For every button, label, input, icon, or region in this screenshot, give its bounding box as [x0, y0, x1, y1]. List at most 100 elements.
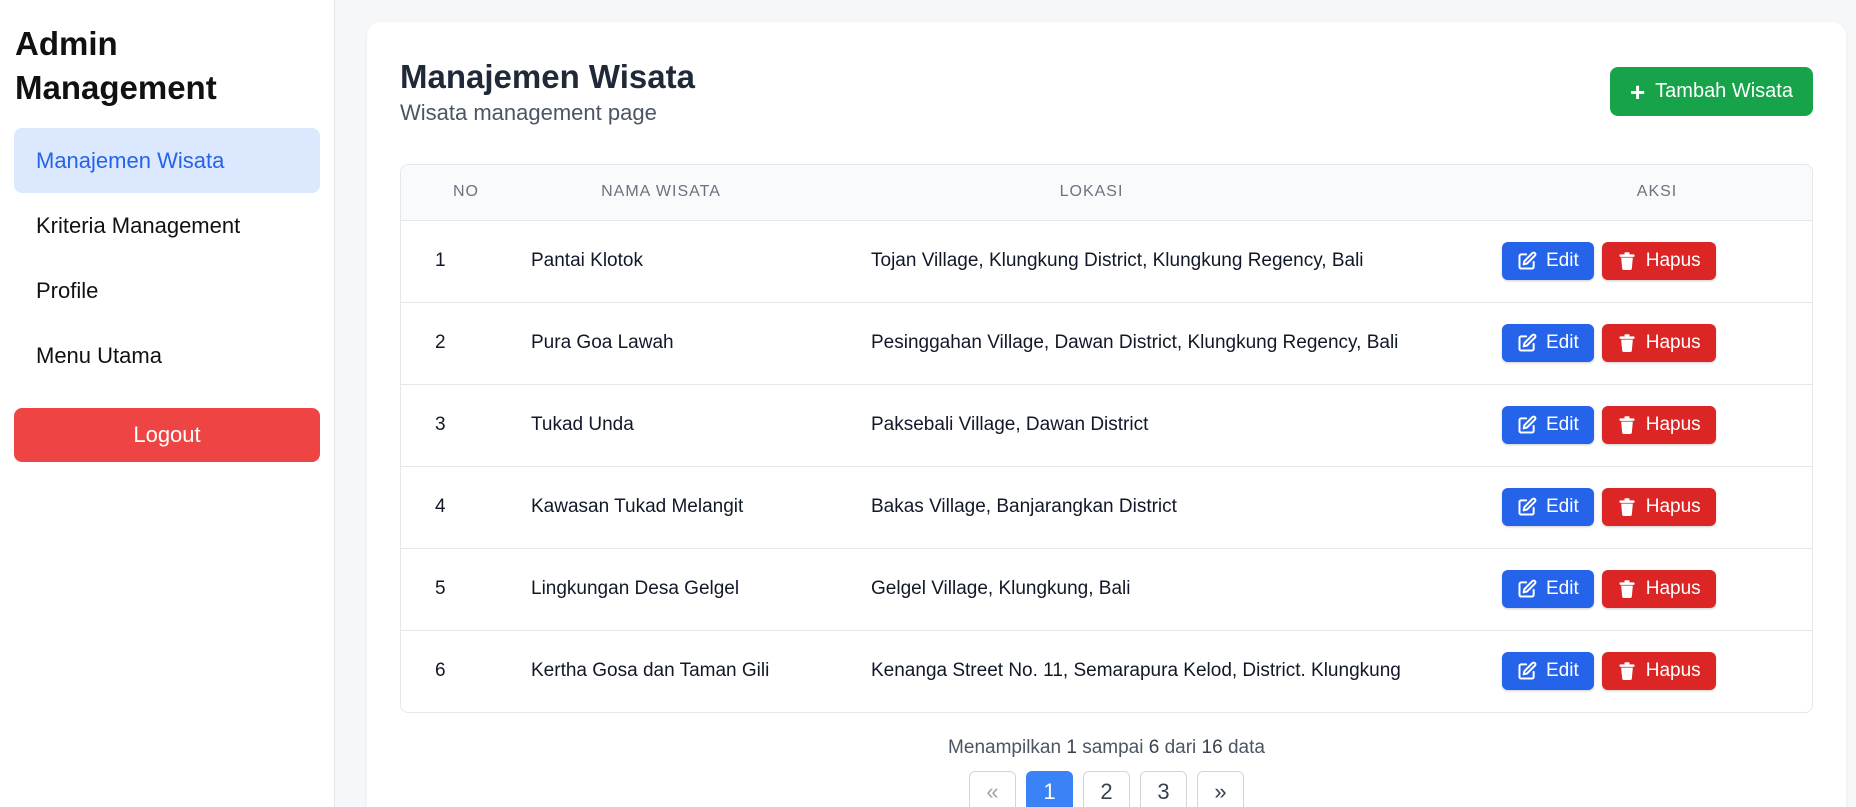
edit-label: Edit: [1546, 250, 1579, 271]
edit-icon: [1517, 251, 1537, 271]
trash-icon: [1617, 251, 1637, 271]
edit-label: Edit: [1546, 660, 1579, 682]
edit-button[interactable]: Edit: [1502, 242, 1594, 280]
pagination-to: 6: [1148, 737, 1160, 758]
table-row: 6 Kertha Gosa dan Taman Gili Kenanga Stree…: [401, 630, 1812, 712]
wisata-table: NO NAMA WISATA LOKASI AKSI 1 Pantai Kloto…: [401, 165, 1812, 712]
cell-aksi: Edit Hapus: [1502, 630, 1812, 712]
cell-aksi: Edit Hapus: [1502, 548, 1812, 630]
table-row: 4 Kawasan Tukad Melangit Bakas Village, Ba…: [401, 466, 1812, 548]
cell-no: 5: [435, 578, 446, 599]
delete-label: Hapus: [1645, 660, 1701, 682]
edit-button[interactable]: Edit: [1502, 652, 1594, 691]
sidebar-item-label: Menu Utama: [36, 342, 162, 368]
cell-no: 1: [435, 250, 446, 271]
table-header-row: NO NAMA WISATA LOKASI AKSI: [401, 165, 1812, 221]
cell-aksi: Edit Hapus: [1502, 220, 1812, 302]
delete-button[interactable]: Hapus: [1601, 324, 1716, 362]
delete-button[interactable]: Hapus: [1601, 652, 1716, 691]
add-wisata-button[interactable]: + Tambah Wisata: [1609, 67, 1813, 116]
cell-aksi: Edit Hapus: [1502, 466, 1812, 548]
delete-label: Hapus: [1645, 496, 1701, 517]
edit-button[interactable]: Edit: [1502, 406, 1594, 444]
edit-label: Edit: [1546, 496, 1579, 517]
column-header-nama-wisata: NAMA WISATA: [531, 165, 871, 221]
cell-nama-wisata: Pantai Klotok: [531, 250, 643, 271]
pagination-total: 16: [1201, 737, 1223, 758]
sidebar-item-label: Profile: [36, 277, 99, 303]
table-row: 5 Lingkungan Desa Gelgel Gelgel Village, K…: [401, 548, 1812, 630]
logout-button[interactable]: Logout: [14, 408, 320, 462]
edit-button[interactable]: Edit: [1502, 324, 1594, 362]
cell-nama-wisata: Pura Goa Lawah: [531, 332, 674, 353]
pagination-mid1: sampai: [1082, 737, 1144, 758]
cell-aksi: Edit Hapus: [1502, 302, 1812, 384]
plus-icon: +: [1629, 76, 1646, 107]
sidebar-item-kriteria-management[interactable]: Kriteria Management: [14, 193, 320, 258]
cell-lokasi: Tojan Village, Klungkung District, Klung…: [871, 250, 1364, 271]
pagination-page-1[interactable]: 1: [1026, 771, 1073, 807]
delete-button[interactable]: Hapus: [1601, 488, 1716, 526]
brand-title: Admin Management: [15, 25, 217, 106]
pagination-mid2: dari: [1164, 737, 1197, 758]
cell-no: 3: [435, 414, 446, 435]
cell-nama-wisata: Lingkungan Desa Gelgel: [531, 578, 740, 599]
edit-label: Edit: [1546, 578, 1579, 599]
page-title: Manajemen Wisata: [400, 58, 695, 95]
main-content: Manajemen Wisata Wisata management page …: [335, 0, 1856, 807]
edit-button[interactable]: Edit: [1502, 570, 1594, 608]
edit-icon: [1517, 497, 1537, 517]
app-layout: Admin Management Manajemen Wisata Kriter…: [0, 0, 1856, 807]
edit-button[interactable]: Edit: [1502, 488, 1594, 526]
pagination-next-button[interactable]: »: [1197, 771, 1244, 807]
edit-icon: [1517, 415, 1537, 435]
delete-label: Hapus: [1645, 578, 1701, 599]
pagination-page-2[interactable]: 2: [1083, 771, 1130, 807]
edit-label: Edit: [1546, 332, 1579, 353]
pagination-prefix: Menampilkan: [948, 737, 1062, 758]
table-row: 3 Tukad Unda Paksebali Village, Dawan Dist…: [401, 384, 1812, 466]
pagination-suffix: data: [1227, 737, 1265, 758]
sidebar-item-label: Manajemen Wisata: [36, 147, 225, 173]
edit-icon: [1517, 661, 1537, 681]
delete-button[interactable]: Hapus: [1601, 570, 1716, 608]
delete-label: Hapus: [1645, 250, 1701, 271]
page-subtitle: Wisata management page: [400, 100, 657, 125]
column-header-no: NO: [401, 165, 531, 221]
sidebar-item-manajemen-wisata[interactable]: Manajemen Wisata: [14, 128, 320, 193]
page-header: Manajemen Wisata Wisata management page …: [400, 56, 1813, 126]
sidebar-nav: Manajemen Wisata Kriteria Management Pro…: [14, 128, 320, 388]
edit-icon: [1517, 333, 1537, 353]
sidebar-item-menu-utama[interactable]: Menu Utama: [14, 323, 320, 388]
cell-lokasi: Gelgel Village, Klungkung, Bali: [871, 578, 1131, 599]
cell-lokasi: Paksebali Village, Dawan District: [871, 414, 1149, 435]
cell-no: 6: [435, 660, 446, 682]
trash-icon: [1617, 333, 1637, 353]
cell-nama-wisata: Tukad Unda: [531, 414, 634, 435]
sidebar-item-profile[interactable]: Profile: [14, 258, 320, 323]
table-body: 1 Pantai Klotok Tojan Village, Klungkung D…: [401, 220, 1812, 712]
cell-nama-wisata: Kawasan Tukad Melangit: [531, 496, 744, 517]
column-header-aksi: AKSI: [1502, 165, 1812, 221]
cell-no: 4: [435, 496, 446, 517]
trash-icon: [1617, 497, 1637, 517]
pagination-from: 1: [1066, 737, 1077, 758]
edit-icon: [1517, 579, 1537, 599]
delete-label: Hapus: [1645, 414, 1701, 435]
sidebar: Admin Management Manajemen Wisata Kriter…: [0, 0, 335, 807]
delete-label: Hapus: [1645, 332, 1701, 353]
pagination-page-3[interactable]: 3: [1140, 771, 1187, 807]
delete-button[interactable]: Hapus: [1601, 242, 1716, 280]
pagination-prev-button[interactable]: «: [969, 771, 1016, 807]
cell-lokasi: Bakas Village, Banjarangkan District: [871, 496, 1177, 517]
cell-lokasi: Pesinggahan Village, Dawan District, Klu…: [871, 332, 1399, 353]
edit-label: Edit: [1546, 414, 1579, 435]
sidebar-item-label: Kriteria Management: [36, 212, 241, 238]
trash-icon: [1617, 661, 1637, 681]
cell-aksi: Edit Hapus: [1502, 384, 1812, 466]
table-row: 1 Pantai Klotok Tojan Village, Klungkung D…: [401, 220, 1812, 302]
cell-nama-wisata: Kertha Gosa dan Taman Gili: [531, 660, 770, 682]
content-card: Manajemen Wisata Wisata management page …: [367, 22, 1846, 807]
wisata-table-container: NO NAMA WISATA LOKASI AKSI 1 Pantai Kloto…: [400, 164, 1813, 713]
delete-button[interactable]: Hapus: [1601, 406, 1716, 444]
